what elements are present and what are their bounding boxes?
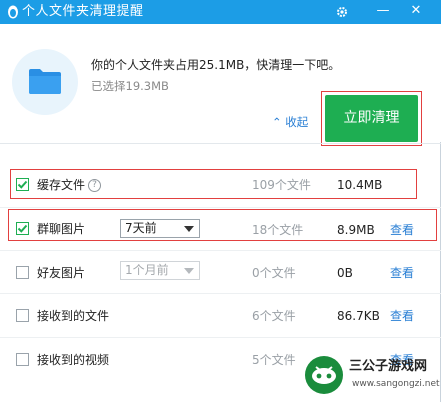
selected-size-text: 已选择19.3MB (91, 79, 169, 93)
clean-now-button[interactable]: 立即清理 (325, 95, 418, 142)
view-link[interactable]: 查看 (390, 308, 414, 324)
chevron-down-icon (184, 268, 194, 274)
file-size: 86.7KB (337, 309, 380, 323)
list-item-friend-images: 好友图片 1个月前 0个文件 0B 查看 (0, 252, 441, 292)
watermark-logo-icon (305, 356, 343, 394)
row-label: 接收到的文件 (37, 309, 110, 323)
friend-images-period-select[interactable]: 1个月前 (120, 261, 200, 280)
row-divider (0, 293, 441, 294)
group-images-row-highlight (8, 209, 437, 241)
window-title: 个人文件夹清理提醒 (22, 4, 144, 19)
usage-message: 你的个人文件夹占用25.1MB，快清理一下吧。 (91, 58, 341, 72)
row-divider (0, 337, 441, 338)
view-link[interactable]: 查看 (390, 265, 414, 281)
collapse-link[interactable]: ⌃ 收起 (272, 114, 308, 130)
gear-icon (337, 7, 347, 17)
site-watermark: 三公子游戏网 www.sangongzi.net (296, 351, 441, 402)
row-divider (0, 250, 441, 251)
file-count: 0个文件 (252, 266, 296, 280)
close-button[interactable]: ✕ (405, 0, 427, 24)
row-label: 接收到的视频 (37, 353, 110, 367)
file-size: 0B (337, 266, 353, 280)
settings-button[interactable] (331, 0, 353, 24)
cache-row-highlight (10, 169, 417, 199)
list-item-received-files: 接收到的文件 6个文件 86.7KB 查看 (0, 295, 441, 335)
folder-icon (29, 69, 61, 94)
file-count: 6个文件 (252, 309, 296, 323)
received-files-checkbox[interactable] (16, 309, 29, 322)
watermark-url: www.sangongzi.net (352, 379, 440, 389)
qq-penguin-icon (8, 5, 18, 19)
cleanup-window: 个人文件夹清理提醒 — ✕ 你的个人文件夹占用25.1MB，快清理一下吧。 已选… (0, 0, 441, 402)
watermark-title: 三公子游戏网 (349, 359, 428, 374)
header-divider (0, 143, 441, 144)
minimize-button[interactable]: — (372, 0, 394, 24)
title-bar: 个人文件夹清理提醒 — ✕ (0, 0, 441, 24)
row-label: 好友图片 (37, 266, 86, 280)
select-value: 1个月前 (125, 263, 169, 277)
file-count: 5个文件 (252, 353, 296, 367)
friend-images-checkbox[interactable] (16, 266, 29, 279)
clean-button-highlight: 立即清理 (321, 91, 422, 146)
received-videos-checkbox[interactable] (16, 353, 29, 366)
folder-badge (12, 49, 78, 115)
